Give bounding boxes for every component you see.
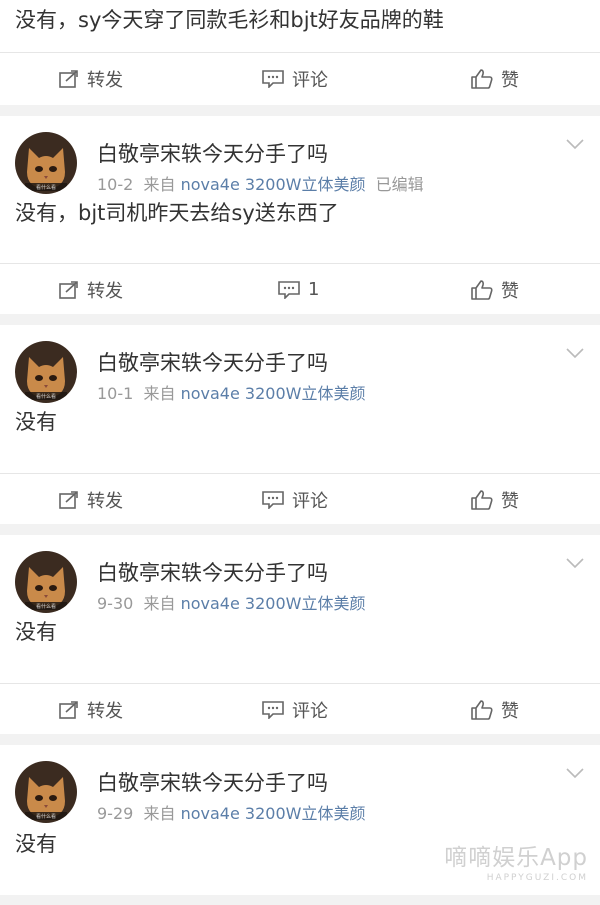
comment-label: 评论 <box>292 490 328 512</box>
comment-icon <box>278 280 300 299</box>
like-label: 赞 <box>501 490 519 512</box>
device-link[interactable]: nova4e 3200W立体美颜 <box>181 175 366 194</box>
post-meta: 10-1 来自 nova4e 3200W立体美颜 <box>97 380 365 404</box>
device-link[interactable]: nova4e 3200W立体美颜 <box>181 804 366 823</box>
action-bar: 转发 评论 赞 <box>0 473 600 525</box>
like-button[interactable]: 赞 <box>471 53 519 104</box>
comment-label: 评论 <box>292 69 328 91</box>
edited-label: 已编辑 <box>375 175 424 194</box>
post-header: 看什么看 白敬亭宋轶今天分手了吗 10-2 来自 nova4e 3200W立体美… <box>0 116 600 200</box>
forward-button[interactable]: 转发 <box>59 53 123 104</box>
avatar[interactable]: 看什么看 <box>15 341 77 403</box>
like-button[interactable]: 赞 <box>471 264 519 315</box>
like-icon <box>471 68 493 89</box>
username[interactable]: 白敬亭宋轶今天分手了吗 <box>97 557 328 587</box>
post-date: 9-29 <box>97 804 134 823</box>
post-meta: 9-30 来自 nova4e 3200W立体美颜 <box>97 590 365 614</box>
forward-icon <box>59 490 78 509</box>
from-label: 来自 <box>143 594 176 613</box>
comment-icon <box>262 490 284 509</box>
avatar[interactable]: 看什么看 <box>15 132 77 194</box>
forward-button[interactable]: 转发 <box>59 684 123 735</box>
watermark-subtext: HAPPYGUZI.COM <box>486 873 588 883</box>
post-card: 看什么看 白敬亭宋轶今天分手了吗 10-2 来自 nova4e 3200W立体美… <box>0 116 600 314</box>
separator <box>0 314 600 325</box>
from-label: 来自 <box>143 804 176 823</box>
post-card: 看什么看 白敬亭宋轶今天分手了吗 9-29 来自 nova4e 3200W立体美… <box>0 745 600 895</box>
like-icon <box>471 489 493 510</box>
post-date: 10-2 <box>97 175 134 194</box>
svg-text:看什么看: 看什么看 <box>36 603 56 610</box>
like-button[interactable]: 赞 <box>471 474 519 525</box>
like-label: 赞 <box>501 700 519 722</box>
forward-label: 转发 <box>87 280 123 302</box>
post-date: 9-30 <box>97 594 134 613</box>
chevron-down-icon[interactable] <box>566 347 584 359</box>
comment-icon <box>262 700 284 719</box>
chevron-down-icon[interactable] <box>566 138 584 150</box>
like-label: 赞 <box>501 69 519 91</box>
comment-button[interactable]: 1 <box>278 264 319 315</box>
post-meta: 9-29 来自 nova4e 3200W立体美颜 <box>97 800 365 824</box>
from-label: 来自 <box>143 175 176 194</box>
post-content: 没有，bjt司机昨天去给sy送东西了 <box>15 201 339 225</box>
post-card: 没有，sy今天穿了同款毛衫和bjt好友品牌的鞋 转发 评论 赞 <box>0 0 600 105</box>
comment-count: 1 <box>308 279 320 300</box>
comment-button[interactable]: 评论 <box>262 684 328 735</box>
chevron-down-icon[interactable] <box>566 557 584 569</box>
action-bar: 转发 评论 赞 <box>0 683 600 735</box>
action-bar: 转发 评论 赞 <box>0 52 600 104</box>
forward-icon <box>59 700 78 719</box>
comment-button[interactable]: 评论 <box>262 474 328 525</box>
separator <box>0 734 600 745</box>
svg-text:看什么看: 看什么看 <box>36 813 56 820</box>
avatar-cat: 看什么看 <box>15 551 77 613</box>
post-header: 看什么看 白敬亭宋轶今天分手了吗 9-30 来自 nova4e 3200W立体美… <box>0 535 600 619</box>
separator <box>0 524 600 535</box>
like-button[interactable]: 赞 <box>471 684 519 735</box>
avatar-cat: 看什么看 <box>15 341 77 403</box>
watermark: 嘀嘀娱乐App HAPPYGUZI.COM <box>444 838 588 883</box>
post-date: 10-1 <box>97 384 134 403</box>
chevron-down-icon[interactable] <box>566 767 584 779</box>
svg-text:看什么看: 看什么看 <box>36 184 56 191</box>
like-icon <box>471 699 493 720</box>
forward-icon <box>59 280 78 299</box>
post-meta: 10-2 来自 nova4e 3200W立体美颜 已编辑 <box>97 171 424 195</box>
like-icon <box>471 279 493 300</box>
avatar-cat: 看什么看 <box>15 761 77 823</box>
avatar[interactable]: 看什么看 <box>15 551 77 613</box>
device-link[interactable]: nova4e 3200W立体美颜 <box>181 594 366 613</box>
post-content: 没有 <box>15 620 57 644</box>
username[interactable]: 白敬亭宋轶今天分手了吗 <box>97 347 328 377</box>
action-bar: 转发 1 赞 <box>0 263 600 315</box>
comment-icon <box>262 69 284 88</box>
comment-button[interactable]: 评论 <box>262 53 328 104</box>
svg-text:看什么看: 看什么看 <box>36 393 56 400</box>
post-content: 没有 <box>15 410 57 434</box>
post-header: 看什么看 白敬亭宋轶今天分手了吗 9-29 来自 nova4e 3200W立体美… <box>0 745 600 829</box>
forward-label: 转发 <box>87 69 123 91</box>
avatar-cat: 看什么看 <box>15 132 77 194</box>
username[interactable]: 白敬亭宋轶今天分手了吗 <box>97 767 328 797</box>
username[interactable]: 白敬亭宋轶今天分手了吗 <box>97 138 328 168</box>
avatar[interactable]: 看什么看 <box>15 761 77 823</box>
post-card: 看什么看 白敬亭宋轶今天分手了吗 9-30 来自 nova4e 3200W立体美… <box>0 535 600 734</box>
like-label: 赞 <box>501 280 519 302</box>
forward-button[interactable]: 转发 <box>59 264 123 315</box>
comment-label: 评论 <box>292 700 328 722</box>
forward-icon <box>59 69 78 88</box>
post-content: 没有，sy今天穿了同款毛衫和bjt好友品牌的鞋 <box>15 8 444 32</box>
post-card: 看什么看 白敬亭宋轶今天分手了吗 10-1 来自 nova4e 3200W立体美… <box>0 325 600 524</box>
forward-label: 转发 <box>87 700 123 722</box>
post-header: 看什么看 白敬亭宋轶今天分手了吗 10-1 来自 nova4e 3200W立体美… <box>0 325 600 409</box>
device-link[interactable]: nova4e 3200W立体美颜 <box>181 384 366 403</box>
forward-label: 转发 <box>87 490 123 512</box>
forward-button[interactable]: 转发 <box>59 474 123 525</box>
from-label: 来自 <box>143 384 176 403</box>
watermark-text: 嘀嘀娱乐App <box>444 845 588 871</box>
separator <box>0 105 600 116</box>
